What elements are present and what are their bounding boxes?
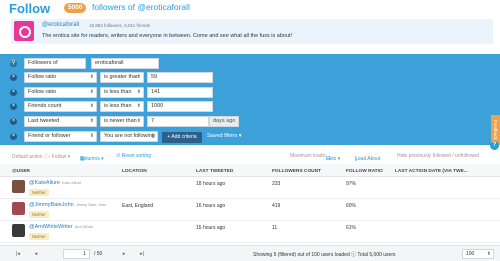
filter-panel: ⚲ Followers of eroticaforall × Follow ra… (0, 54, 500, 145)
filter-field-select[interactable]: Friends count ⬍ (24, 101, 97, 112)
filter-value-input[interactable]: 1000 (147, 101, 213, 112)
user-followers-count: 11 (272, 225, 278, 231)
first-page-button[interactable]: |◂ (12, 249, 24, 259)
relationship-badge: Neither (29, 189, 49, 196)
prev-page-button[interactable]: ◂ (30, 249, 42, 259)
user-follow-ratio: 61% (346, 225, 357, 231)
chevron-down-icon: ⬍ (89, 74, 94, 80)
profile-card: @eroticaforall 15,953 followers, 6,011 f… (11, 19, 493, 44)
saved-filters-dropdown[interactable]: Saved filters ▾ (207, 133, 242, 139)
user-location: East, England (122, 203, 154, 209)
filter-field-select[interactable]: Follow ratio ⬍ (24, 87, 97, 98)
page-size-select[interactable]: 100 ⬍ (462, 249, 494, 259)
chevron-down-icon: ⬍ (136, 103, 141, 109)
user-last-tweeted: 18 hours ago (196, 181, 226, 187)
relationship-badge: Neither (29, 233, 49, 240)
column-header-user[interactable]: @USER (12, 169, 30, 174)
chevron-down-icon: ⬍ (89, 103, 94, 109)
user-last-tweeted: 16 hours ago (196, 203, 226, 209)
remove-filter-icon[interactable]: × (10, 89, 17, 96)
next-page-button[interactable]: ▸ (118, 249, 130, 259)
filter-value-input[interactable]: 59 (147, 72, 213, 83)
table-row[interactable]: @JimmyBateJohn Jimmy Bate John Neither Ea… (0, 200, 500, 221)
add-criteria-button[interactable]: + Add criteria (162, 132, 202, 143)
table-toolbar: Default action ⓘ: Follow ▾ ▦ Columns ▾ ↺… (12, 153, 479, 162)
table-row[interactable]: @KateAllure Kate Allure Neither 18 hours … (0, 178, 500, 199)
user-follow-ratio: 97% (346, 181, 357, 187)
filter-value-input[interactable]: eroticaforall (91, 58, 159, 69)
filter-operator-select[interactable]: is greater than ⬍ (100, 72, 144, 83)
user-avatar[interactable] (12, 180, 25, 193)
relationship-badge: Neither (29, 211, 49, 218)
search-icon: ⚲ (10, 60, 17, 67)
filter-operator-select[interactable]: You are not following ⬍ (100, 131, 158, 142)
filter-operator-select[interactable]: is less than ⬍ (100, 101, 144, 112)
filter-operator-select[interactable]: is newer than ⬍ (100, 116, 144, 127)
default-action-dropdown[interactable]: Default action ⓘ: Follow ▾ (12, 153, 70, 160)
filter-value-input[interactable]: 141 (147, 87, 213, 98)
filter-operator-select[interactable]: is less than ⬍ (100, 87, 144, 98)
column-header-last-action[interactable]: LAST ACTION DATE (VIA TWE... (395, 169, 468, 174)
table-row[interactable]: @AmiWhiteWriter Ami White Neither 15 hour… (0, 222, 500, 243)
filter-value-suffix: days ago (209, 116, 239, 127)
user-avatar[interactable] (12, 202, 25, 215)
page-subtitle: followers of @eroticaforall (92, 2, 190, 12)
chevron-down-icon: ⬍ (89, 118, 94, 124)
profile-stats: 15,953 followers, 6,011 friends (89, 22, 150, 28)
user-followers-count: 419 (272, 203, 281, 209)
last-page-button[interactable]: ▸| (136, 249, 148, 259)
user-avatar[interactable] (12, 224, 25, 237)
user-handle[interactable]: @JimmyBateJohn Jimmy Bate John (29, 202, 106, 208)
profile-name[interactable]: @eroticaforall (42, 22, 79, 28)
column-header-follow-ratio[interactable]: FOLLOW RATIO (346, 169, 383, 174)
column-header-location[interactable]: LOCATION (122, 169, 147, 174)
filter-field-select[interactable]: Friend or follower ⬍ (24, 131, 97, 142)
column-header-followers-count[interactable]: FOLLOWERS COUNT (272, 169, 321, 174)
remove-filter-icon[interactable]: × (10, 103, 17, 110)
chevron-down-icon: ⬍ (486, 251, 491, 257)
total-pages-label: / 50 (94, 251, 103, 257)
remove-filter-icon[interactable]: × (10, 74, 17, 81)
user-last-tweeted: 15 hours ago (196, 225, 226, 231)
chevron-down-icon: ⬍ (136, 89, 141, 95)
filter-field-select[interactable]: Followers of (24, 58, 86, 69)
chevron-down-icon: ⬍ (136, 118, 141, 124)
user-handle[interactable]: @AmiWhiteWriter Ami White (29, 224, 93, 230)
user-follow-ratio: 60% (346, 203, 357, 209)
remove-filter-icon[interactable]: × (10, 118, 17, 125)
chevron-down-icon: ⬍ (150, 133, 155, 139)
profile-avatar[interactable] (14, 21, 34, 41)
chevron-down-icon: ⬍ (136, 74, 141, 80)
page-header: Follow 5000 followers of @eroticaforall (0, 0, 500, 16)
chevron-down-icon: ⬍ (89, 89, 94, 95)
chevron-down-icon: ⬍ (89, 133, 94, 139)
filter-value-input[interactable]: 7 (147, 116, 209, 127)
table-header: @USER LOCATION LAST TWEETED FOLLOWERS CO… (0, 164, 500, 177)
user-handle[interactable]: @KateAllure Kate Allure (29, 180, 81, 186)
maximum-loads-label: Maximum loads: (290, 153, 327, 159)
reset-sorting-button[interactable]: ↺ Reset sorting (116, 153, 151, 159)
remove-filter-icon[interactable]: × (10, 133, 17, 140)
profile-bio: The erotica site for readers, writers an… (42, 33, 293, 39)
filter-field-select[interactable]: Follow ratio ⬍ (24, 72, 97, 83)
filter-field-select[interactable]: Last tweeted ⬍ (24, 116, 97, 127)
pagination-bar: |◂ ◂ 1 / 50 ▸ ▸| Showing 5 (filtered) ou… (0, 245, 500, 261)
page-title: Follow (9, 1, 51, 16)
results-status: Showing 5 (filtered) out of 100 users lo… (253, 252, 396, 258)
help-icon[interactable]: ? (490, 141, 499, 150)
user-followers-count: 233 (272, 181, 281, 187)
column-header-last-tweeted[interactable]: LAST TWEETED (196, 169, 233, 174)
page-number-input[interactable]: 1 (63, 249, 90, 259)
count-badge: 5000 (64, 3, 87, 13)
hide-previously-toggle[interactable]: Hide previously followed / unfollowed (397, 153, 479, 159)
